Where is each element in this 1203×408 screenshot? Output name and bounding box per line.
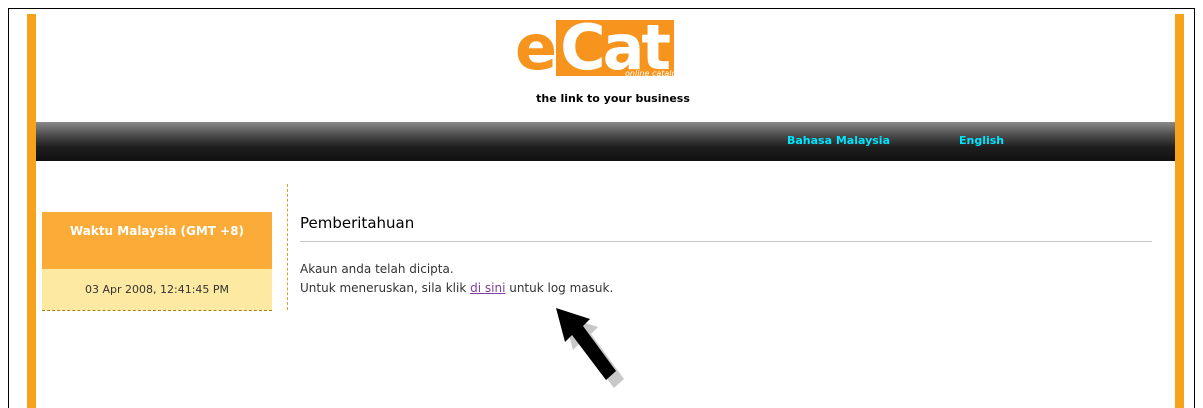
notice-line-2-prefix: Untuk meneruskan, sila klik: [300, 281, 471, 295]
logo-cat: Cat: [556, 17, 675, 79]
notice-rule: [300, 241, 1152, 242]
content-divider: [287, 184, 288, 310]
nav-bahasa-malaysia-link[interactable]: Bahasa Malaysia: [787, 134, 890, 147]
clock-title: Waktu Malaysia (GMT +8): [42, 212, 272, 269]
logo-tagline: the link to your business: [536, 92, 690, 105]
notice-line-2: Untuk meneruskan, sila klik di sini untu…: [300, 281, 613, 295]
login-here-link[interactable]: di sini: [470, 281, 505, 295]
left-accent-bar: [27, 14, 36, 408]
notice-line-1: Akaun anda telah dicipta.: [300, 262, 454, 276]
nav-english-link[interactable]: English: [959, 134, 1004, 147]
notice-title: Pemberitahuan: [300, 214, 415, 232]
ecat-logo: eCat online catalogue system the link to…: [515, 17, 723, 108]
clock-datetime: 03 Apr 2008, 12:41:45 PM: [42, 269, 272, 310]
notice-line-2-suffix: untuk log masuk.: [505, 281, 614, 295]
logo-e: e: [515, 11, 557, 84]
clock-widget: Waktu Malaysia (GMT +8) 03 Apr 2008, 12:…: [42, 212, 272, 311]
right-accent-bar: [1175, 14, 1184, 408]
logo-subtitle: online catalogue system: [625, 69, 723, 78]
top-navbar: Bahasa Malaysia English: [36, 122, 1175, 161]
arrow-icon: [556, 308, 624, 388]
